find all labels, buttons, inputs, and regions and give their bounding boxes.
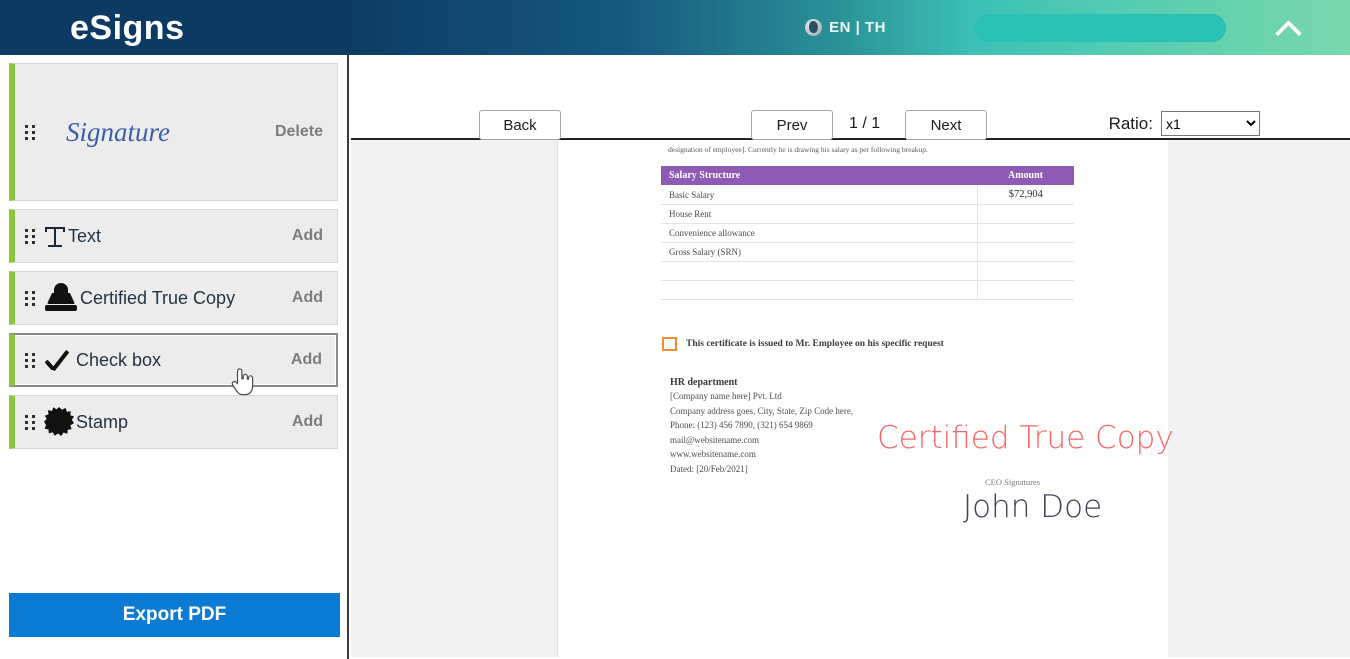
signature-delete-button[interactable]: Delete [275,123,323,141]
pdf-canvas-area[interactable]: designation of employee]. Currently he i… [351,140,1350,657]
document-viewer: Back Prev 1 / 1 Next Ratio: x1 designati… [351,55,1350,659]
fields-sidebar: Signature Delete Text Add Certified True… [0,55,349,659]
back-button[interactable]: Back [479,110,561,140]
ceo-signature-caption: CEO Signatures [985,477,1041,487]
table-col-structure: Salary Structure [661,166,977,185]
table-row: Gross Salary (SRN) [661,242,1074,262]
drag-handle-icon[interactable] [25,414,36,430]
table-cell-item: Gross Salary (SRN) [661,242,977,262]
hr-line: Company address goes, City, State, Zip C… [670,405,854,416]
certified-true-copy-stamp[interactable]: Certified True Copy [877,420,1174,456]
signature-field-value[interactable]: John Doe [963,489,1102,525]
table-cell-item: Convenience allowance [661,223,977,243]
table-cell-amount [976,280,1074,300]
table-cell-item: House Rent [661,204,977,224]
doc-checkbox-field[interactable]: This certificate is issued to Mr. Employ… [662,337,944,351]
ratio-control: Ratio: x1 [1109,111,1260,136]
sidebar-item-stamp[interactable]: Stamp Add [9,395,338,449]
hr-line: Dated: [20/Feb/2021] [670,463,748,474]
table-cell-amount [976,204,1074,224]
checkbox-icon[interactable] [662,337,677,351]
table-cell-amount [976,261,1074,281]
canvas-left-gutter [351,140,558,657]
app-logo: eSigns [70,8,185,47]
drag-handle-icon[interactable] [25,228,36,244]
hr-department-block: HR department [Company name here] Pvt. L… [670,377,853,478]
seal-icon [44,407,74,437]
sidebar-item-label: Signature [66,116,170,147]
sidebar-item-label: Certified True Copy [80,287,236,308]
globe-icon [805,19,823,36]
drag-handle-icon[interactable] [25,290,36,306]
sidebar-item-text[interactable]: Text Add [9,209,338,263]
doc-checkbox-note: This certificate is issued to Mr. Employ… [686,339,944,349]
page-indicator: 1 / 1 [849,115,881,132]
hr-title: HR department [670,377,738,388]
table-row: House Rent [661,204,1074,224]
table-cell-item: Basic Salary [661,185,977,205]
stamp-icon [44,283,78,313]
sidebar-item-signature[interactable]: Signature Delete [9,63,338,201]
sidebar-item-label: Check box [76,349,162,370]
drag-handle-icon[interactable] [25,124,36,140]
table-row [661,261,1074,281]
next-page-button[interactable]: Next [905,110,987,140]
salary-structure-table: Salary Structure Amount Basic Salary $72… [661,166,1074,300]
table-cell-amount [976,223,1074,243]
check-icon [44,347,74,373]
ratio-select[interactable]: x1 [1161,111,1260,136]
header-search-pill[interactable] [974,13,1226,42]
hr-line: www.websitename.com [670,449,756,459]
table-cell-item [661,261,977,281]
ratio-label: Ratio: [1108,113,1153,133]
table-col-amount: Amount [977,166,1074,185]
pdf-page[interactable]: designation of employee]. Currently he i… [558,140,1174,657]
prev-page-button[interactable]: Prev [751,110,833,140]
drag-handle-icon[interactable] [25,352,36,368]
table-cell-item [661,280,977,300]
hr-line: mail@websitename.com [670,434,760,445]
sidebar-item-certified-true-copy[interactable]: Certified True Copy Add [9,271,338,325]
table-row: Basic Salary $72,904 [661,185,1074,205]
certified-true-copy-add-button[interactable]: Add [292,289,323,307]
check-box-add-button[interactable]: Add [291,351,322,369]
header-right-group: EN | TH [805,0,1350,55]
viewer-toolbar: Back Prev 1 / 1 Next Ratio: x1 [351,55,1350,140]
stamp-add-button[interactable]: Add [292,413,323,431]
export-pdf-button[interactable]: Export PDF [9,593,340,637]
sidebar-item-check-box[interactable]: Check box Add [9,333,338,387]
sidebar-item-label: Stamp [76,411,129,432]
table-cell-amount [976,242,1074,262]
chevron-up-icon[interactable] [1276,15,1302,41]
table-header-row: Salary Structure Amount [661,166,1074,185]
sidebar-item-label: Text [68,225,102,246]
app-header: eSigns EN | TH [0,0,1350,55]
text-icon [44,225,66,247]
app-root: eSigns EN | TH Signature Delete Text Add [0,0,1350,659]
table-row [661,280,1074,300]
hr-line: [Company name here] Pvt. Ltd [670,391,782,401]
language-switcher[interactable]: EN | TH [829,19,886,36]
hr-line: Phone: (123) 456 7890, (321) 654 9869 [670,420,813,430]
text-add-button[interactable]: Add [292,227,323,245]
table-row: Convenience allowance [661,223,1074,243]
doc-intro-line: designation of employee]. Currently he i… [668,145,928,154]
table-cell-amount: $72,904 [976,185,1074,205]
